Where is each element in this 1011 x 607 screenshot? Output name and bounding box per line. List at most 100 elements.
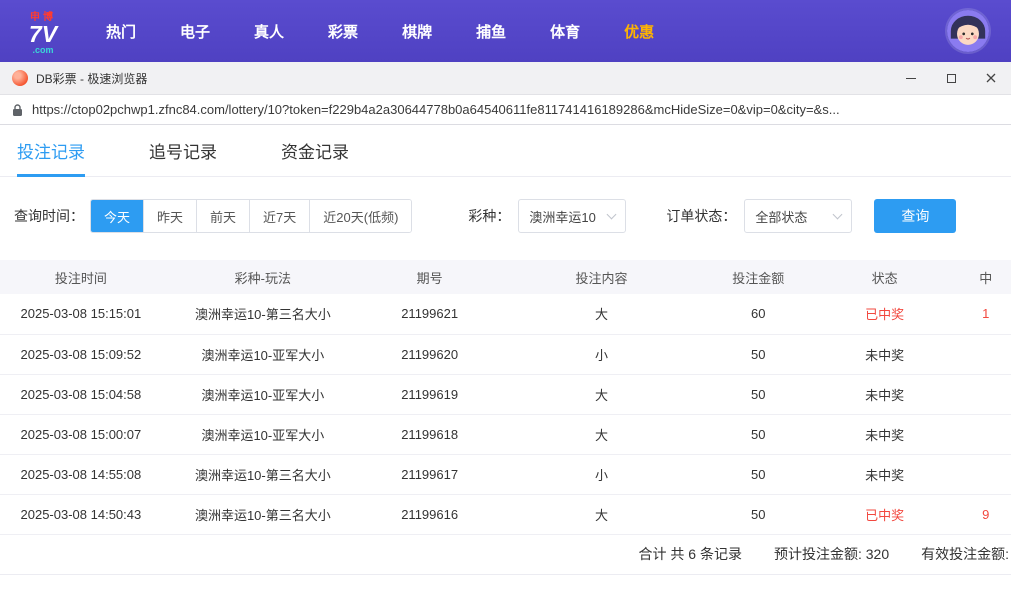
cell-prize: 9: [960, 494, 1011, 535]
cell-content: 大: [495, 494, 708, 535]
minimize-icon: [906, 77, 916, 79]
maximize-icon: [946, 73, 956, 83]
cell-game: 澳洲幸运10-亚军大小: [161, 334, 364, 375]
order-status-select[interactable]: 全部状态: [744, 199, 853, 233]
nav-item-slots[interactable]: 电子: [158, 21, 232, 42]
cell-time: 2025-03-08 15:09:52: [0, 334, 162, 375]
status-badge: 已中奖: [808, 294, 961, 335]
window-title: DB彩票 - 极速浏览器: [36, 71, 148, 86]
nav-item-fishing[interactable]: 捕鱼: [454, 21, 528, 42]
lottery-select-value: 澳洲幸运10: [529, 209, 596, 225]
cell-time: 2025-03-08 14:50:43: [0, 494, 162, 535]
avatar-image: [947, 10, 989, 52]
cell-issue: 21199620: [363, 334, 496, 375]
cell-prize: [960, 334, 1011, 375]
cell-content: 小: [495, 454, 708, 495]
tab-chase-records[interactable]: 追号记录: [149, 125, 217, 176]
cell-issue: 21199619: [363, 374, 496, 415]
cell-issue: 21199618: [363, 414, 496, 455]
summary-expected: 预计投注金额: 320: [774, 544, 889, 564]
cell-amount: 60: [707, 294, 809, 335]
browser-address-bar[interactable]: https://ctop02pchwp1.zfnc84.com/lottery/…: [0, 95, 1011, 125]
status-badge: 未中奖: [808, 454, 961, 495]
summary-valid-label: 有效投注金额:: [921, 546, 1009, 562]
close-button[interactable]: [971, 62, 1011, 95]
close-icon: [986, 73, 996, 83]
minimize-button[interactable]: [891, 62, 931, 95]
filter-bar: 查询时间： 今天 昨天 前天 近7天 近20天(低频) 彩种： 澳洲幸运10 订…: [0, 177, 1011, 260]
column-header-game: 彩种-玩法: [161, 260, 364, 294]
cell-prize: [960, 414, 1011, 455]
status-badge: 已中奖: [808, 494, 961, 535]
time-option-yesterday[interactable]: 昨天: [143, 200, 197, 232]
chevron-down-icon: [606, 209, 617, 220]
cell-content: 大: [495, 414, 708, 455]
cell-game: 澳洲幸运10-亚军大小: [161, 414, 364, 455]
column-header-amount: 投注金额: [707, 260, 809, 294]
time-filter-label: 查询时间：: [14, 208, 84, 224]
cell-issue: 21199617: [363, 454, 496, 495]
cell-content: 大: [495, 294, 708, 335]
table-row: 2025-03-08 14:50:43 澳洲幸运10-第三名大小 2119961…: [0, 494, 1011, 535]
site-logo[interactable]: 申博 7V .com: [16, 8, 70, 55]
cell-amount: 50: [707, 414, 809, 455]
table-row: 2025-03-08 15:00:07 澳洲幸运10-亚军大小 21199618…: [0, 414, 1011, 455]
time-option-20days[interactable]: 近20天(低频): [309, 200, 412, 232]
cell-time: 2025-03-08 15:04:58: [0, 374, 162, 415]
nav-item-live[interactable]: 真人: [232, 21, 306, 42]
column-header-content: 投注内容: [495, 260, 708, 294]
url-text[interactable]: https://ctop02pchwp1.zfnc84.com/lottery/…: [32, 102, 840, 117]
cell-prize: [960, 374, 1011, 415]
cell-game: 澳洲幸运10-第三名大小: [161, 454, 364, 495]
cell-game: 澳洲幸运10-第三名大小: [161, 294, 364, 335]
nav-item-hot[interactable]: 热门: [84, 21, 158, 42]
user-avatar[interactable]: [947, 10, 989, 52]
order-status-value: 全部状态: [755, 209, 808, 225]
nav-item-promo[interactable]: 优惠: [602, 21, 676, 42]
site-header: 申博 7V .com 热门 电子 真人 彩票 棋牌 捕鱼 体育 优惠: [0, 0, 1011, 62]
maximize-button[interactable]: [931, 62, 971, 95]
time-option-today[interactable]: 今天: [91, 200, 144, 232]
main-nav: 热门 电子 真人 彩票 棋牌 捕鱼 体育 优惠: [84, 21, 676, 42]
tab-bet-records[interactable]: 投注记录: [17, 125, 85, 177]
status-filter-label: 订单状态：: [666, 208, 737, 224]
cell-content: 大: [495, 374, 708, 415]
lottery-select[interactable]: 澳洲幸运10: [518, 199, 627, 233]
cell-time: 2025-03-08 15:00:07: [0, 414, 162, 455]
nav-item-lottery[interactable]: 彩票: [306, 21, 380, 42]
time-option-7days[interactable]: 近7天: [249, 200, 310, 232]
time-range-group: 今天 昨天 前天 近7天 近20天(低频): [90, 199, 413, 233]
lock-icon: [13, 103, 22, 116]
cell-amount: 50: [707, 494, 809, 535]
summary-expected-label: 预计投注金额:: [773, 546, 862, 562]
nav-item-sports[interactable]: 体育: [528, 21, 602, 42]
cell-amount: 50: [707, 454, 809, 495]
column-header-issue: 期号: [363, 260, 496, 294]
status-badge: 未中奖: [808, 414, 961, 455]
window-controls: [891, 62, 1011, 95]
cell-game: 澳洲幸运10-第三名大小: [161, 494, 364, 535]
column-header-prize: 中: [960, 260, 1011, 294]
cell-prize: 1: [960, 294, 1011, 335]
tab-fund-records[interactable]: 资金记录: [281, 125, 349, 176]
chevron-down-icon: [832, 209, 843, 220]
record-tabs: 投注记录 追号记录 资金记录: [0, 125, 1011, 177]
table-row: 2025-03-08 15:04:58 澳洲幸运10-亚军大小 21199619…: [0, 374, 1011, 415]
nav-item-chess[interactable]: 棋牌: [380, 21, 454, 42]
cell-game: 澳洲幸运10-亚军大小: [161, 374, 364, 415]
cell-content: 小: [495, 334, 708, 375]
column-header-time: 投注时间: [0, 260, 162, 294]
browser-titlebar: DB彩票 - 极速浏览器: [0, 62, 1011, 95]
status-badge: 未中奖: [808, 334, 961, 375]
search-button[interactable]: 查询: [874, 199, 957, 233]
time-option-day-before[interactable]: 前天: [196, 200, 250, 232]
table-row: 2025-03-08 14:55:08 澳洲幸运10-第三名大小 2119961…: [0, 454, 1011, 495]
summary-bar: 合计 共 6 条记录 预计投注金额: 320 有效投注金额:: [0, 535, 1011, 575]
table-header-row: 投注时间 彩种-玩法 期号 投注内容 投注金额 状态 中: [0, 260, 1011, 294]
cell-issue: 21199616: [363, 494, 496, 535]
cell-issue: 21199621: [363, 294, 496, 335]
table-row: 2025-03-08 15:09:52 澳洲幸运10-亚军大小 21199620…: [0, 334, 1011, 375]
column-header-status: 状态: [808, 260, 961, 294]
page-content: 投注记录 追号记录 资金记录 查询时间： 今天 昨天 前天 近7天 近20天(低…: [0, 125, 1011, 575]
logo-main-text: 7V: [28, 20, 58, 47]
